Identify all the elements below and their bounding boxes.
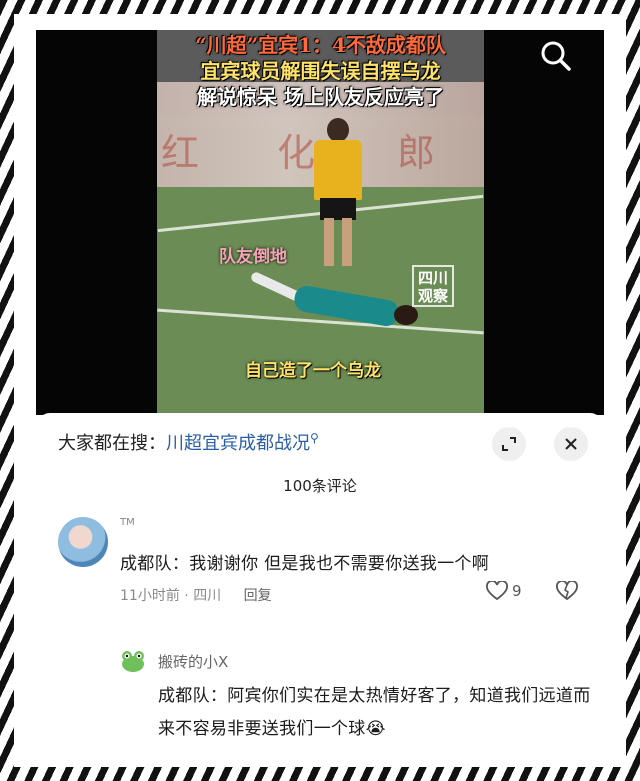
search-icon[interactable] bbox=[536, 36, 576, 76]
video-title-line-2: 宜宾球员解围失误自摆乌龙 bbox=[200, 59, 441, 83]
video-frame: 红 化 郎 “川超”宜宾1：4不敌成都队 宜宾球员解围失误自摆乌龙 解说惊呆 场… bbox=[157, 30, 484, 415]
standing-player bbox=[312, 118, 364, 268]
comment-meta: 11小时前 · 四川 回复 bbox=[120, 585, 272, 605]
dislike-button[interactable] bbox=[556, 580, 578, 605]
close-button[interactable] bbox=[554, 427, 588, 461]
reply-button[interactable]: 回复 bbox=[244, 588, 272, 604]
expand-button[interactable] bbox=[492, 427, 526, 461]
comment-username[interactable]: TM bbox=[120, 517, 135, 528]
comment-location: 四川 bbox=[193, 588, 222, 604]
comment-time: 11小时前 bbox=[120, 588, 180, 604]
fallen-player bbox=[249, 270, 419, 328]
caption-teammate-down: 队友倒地 bbox=[219, 247, 287, 267]
broken-heart-icon bbox=[556, 580, 578, 601]
comment-username[interactable]: 搬砖的小X bbox=[158, 651, 228, 672]
caption-own-goal: 自己造了一个乌龙 bbox=[245, 361, 381, 381]
expand-icon bbox=[502, 437, 516, 451]
heart-icon bbox=[486, 581, 508, 601]
like-count: 9 bbox=[512, 582, 522, 600]
comment-text: 成都队：我谢谢你 但是我也不需要你送我一个啊 bbox=[120, 554, 490, 574]
channel-watermark: 四川 观察 bbox=[412, 265, 454, 307]
like-button[interactable]: 9 bbox=[486, 581, 522, 601]
close-icon bbox=[565, 438, 577, 450]
second-comment: 搬砖的小X 成都队：阿宾你们实在是太热情好客了，知道我们远道而来不容易非要送我们… bbox=[36, 636, 604, 754]
frog-avatar[interactable] bbox=[120, 648, 146, 674]
video-player[interactable]: 红 化 郎 “川超”宜宾1：4不敌成都队 宜宾球员解围失误自摆乌龙 解说惊呆 场… bbox=[36, 30, 604, 415]
crying-emoji: 😭 bbox=[365, 719, 386, 739]
meta-separator: · bbox=[179, 588, 194, 604]
trending-search-prefix: 大家都在搜： bbox=[58, 433, 166, 454]
trending-search[interactable]: 大家都在搜：川超宜宾成都战况⚲ bbox=[58, 429, 319, 455]
ad-board: 郎 bbox=[397, 131, 436, 175]
search-icon: ⚲ bbox=[310, 431, 319, 445]
ad-board: 红 bbox=[161, 131, 200, 175]
video-title-line-1: “川超”宜宾1：4不敌成都队 bbox=[195, 33, 446, 57]
trending-search-keyword[interactable]: 川超宜宾成都战况 bbox=[166, 433, 310, 454]
comment-sheet: 大家都在搜：川超宜宾成都战况⚲ 100条评论 TM 成都队：我谢谢你 但是我也不… bbox=[36, 413, 604, 623]
video-title-line-3: 解说惊呆 场上队友反应亮了 bbox=[197, 85, 444, 109]
avatar[interactable] bbox=[58, 517, 108, 567]
ad-board: 化 bbox=[277, 131, 316, 175]
comment-text: 成都队：阿宾你们实在是太热情好客了，知道我们远道而来不容易非要送我们一个球😭 bbox=[158, 680, 598, 746]
comment-count: 100条评论 bbox=[283, 477, 357, 495]
